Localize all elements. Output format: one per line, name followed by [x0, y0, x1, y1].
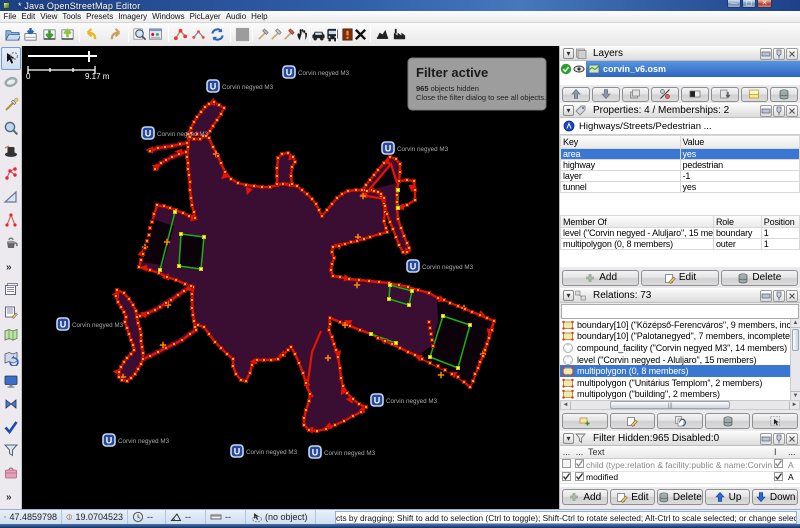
svg-text:U: U [374, 395, 381, 405]
svg-text:U: U [106, 435, 113, 445]
svg-text:Corvin negyed M3: Corvin negyed M3 [72, 322, 124, 329]
svg-text:Corvin negyed M3: Corvin negyed M3 [397, 146, 449, 153]
svg-text:Close the filter dialog to see: Close the filter dialog to see all objec… [416, 93, 546, 102]
svg-text:U: U [286, 67, 293, 77]
svg-text:U: U [210, 81, 217, 91]
svg-text:Corvin negyed M3: Corvin negyed M3 [157, 131, 209, 138]
svg-text:Filter active: Filter active [416, 65, 488, 80]
svg-text:U: U [385, 143, 392, 153]
svg-text:Corvin negyed M3: Corvin negyed M3 [386, 398, 438, 405]
svg-text:Corvin negyed M3: Corvin negyed M3 [246, 449, 298, 456]
svg-text:»: » [6, 492, 12, 503]
svg-text:Corvin negyed M3: Corvin negyed M3 [324, 450, 376, 457]
svg-text:Corvin negyed M3: Corvin negyed M3 [118, 438, 170, 445]
svg-text:Corvin negyed M3: Corvin negyed M3 [298, 70, 350, 77]
svg-text:U: U [145, 128, 152, 138]
svg-text:9.17 m: 9.17 m [85, 72, 110, 81]
svg-text:965 objects hidden: 965 objects hidden [416, 84, 479, 93]
svg-text:0: 0 [26, 72, 31, 81]
svg-text:»: » [6, 262, 12, 273]
svg-text:U: U [234, 446, 241, 456]
svg-text:Corvin negyed M3: Corvin negyed M3 [422, 264, 474, 271]
svg-text:U: U [60, 319, 67, 329]
svg-text:U: U [312, 447, 319, 457]
svg-text:U: U [410, 261, 417, 271]
svg-text:Corvin negyed M3: Corvin negyed M3 [222, 84, 274, 91]
